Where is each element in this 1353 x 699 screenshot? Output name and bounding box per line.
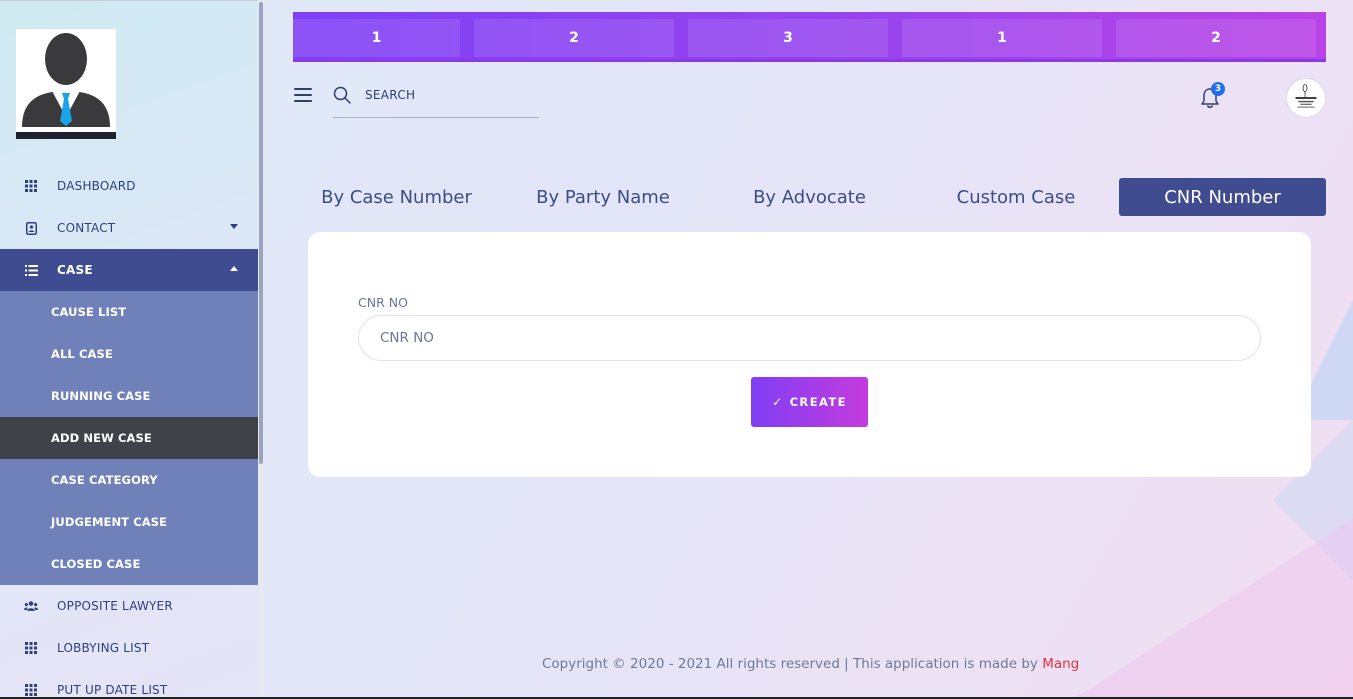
sidebar: DASHBOARD CONTACT CASE CAUSE LIST ALL CA… [0, 0, 258, 699]
chevron-down-icon [230, 224, 238, 229]
sidebar-subitem-cause-list[interactable]: CAUSE LIST [0, 291, 258, 333]
sidebar-subitem-running-case[interactable]: RUNNING CASE [0, 375, 258, 417]
create-button-label: CREATE [789, 395, 847, 409]
tab-by-party-name[interactable]: By Party Name [529, 178, 677, 216]
contact-card-icon [24, 221, 38, 235]
sidebar-item-label: CONTACT [57, 221, 116, 235]
stat-box: 1 [293, 19, 460, 57]
search-icon[interactable] [333, 86, 351, 104]
sidebar-subitem-label: CASE CATEGORY [51, 473, 158, 487]
sidebar-item-opposite-lawyer[interactable]: OPPOSITE LAWYER [0, 585, 258, 627]
sidebar-item-label: CASE [57, 263, 93, 277]
sidebar-subitem-label: ADD NEW CASE [51, 431, 152, 445]
cnr-form-card: CNR NO ✓ CREATE [308, 232, 1311, 477]
tab-custom-case[interactable]: Custom Case [947, 178, 1085, 216]
tab-by-advocate[interactable]: By Advocate [745, 178, 874, 216]
footer-copyright-text: Copyright © 2020 - 2021 All rights reser… [542, 656, 1043, 672]
footer: Copyright © 2020 - 2021 All rights reser… [542, 656, 1079, 672]
check-icon: ✓ [772, 395, 784, 409]
footer-brand-link[interactable]: Mang [1042, 656, 1079, 672]
sidebar-subitem-add-new-case[interactable]: ADD NEW CASE [0, 417, 258, 459]
stat-box: 1 [902, 19, 1102, 57]
sidebar-subitem-closed-case[interactable]: CLOSED CASE [0, 543, 258, 585]
stat-box: 3 [688, 19, 888, 57]
chevron-up-icon [230, 266, 238, 271]
create-button[interactable]: ✓ CREATE [751, 377, 868, 427]
user-silhouette-icon [22, 33, 110, 127]
sidebar-item-label: PUT UP DATE LIST [57, 683, 168, 697]
background-shape [1073, 519, 1353, 699]
sidebar-subitem-label: CAUSE LIST [51, 305, 127, 319]
user-avatar[interactable] [1286, 78, 1326, 118]
cnr-field-label: CNR NO [358, 295, 408, 310]
advocate-logo-icon [1295, 84, 1317, 108]
stat-box: 2 [1116, 19, 1316, 57]
grid-icon [24, 641, 38, 655]
grid-icon [24, 683, 38, 697]
sidebar-subitem-all-case[interactable]: ALL CASE [0, 333, 258, 375]
users-icon [24, 599, 38, 613]
tab-cnr-number[interactable]: CNR Number [1119, 178, 1326, 216]
scrollbar-thumb[interactable] [259, 2, 263, 464]
list-icon [24, 263, 38, 277]
sidebar-item-label: LOBBYING LIST [57, 641, 150, 655]
search-bar [333, 82, 539, 118]
sidebar-scrollbar[interactable] [258, 0, 264, 699]
sidebar-subitem-label: RUNNING CASE [51, 389, 151, 403]
sidebar-subitem-judgement-case[interactable]: JUDGEMENT CASE [0, 501, 258, 543]
sidebar-subitem-label: CLOSED CASE [51, 557, 141, 571]
profile-image [16, 29, 116, 139]
notification-badge: 3 [1211, 82, 1225, 96]
grid-icon [24, 179, 38, 193]
sidebar-subitem-label: ALL CASE [51, 347, 113, 361]
sidebar-item-case[interactable]: CASE [0, 249, 258, 291]
profile-image-strip [16, 132, 116, 139]
sidebar-item-label: DASHBOARD [57, 179, 136, 193]
sidebar-item-lobbying-list[interactable]: LOBBYING LIST [0, 627, 258, 669]
sidebar-subitem-case-category[interactable]: CASE CATEGORY [0, 459, 258, 501]
stats-bar: 1 2 3 1 2 [293, 12, 1326, 62]
sidebar-item-put-up-date-list[interactable]: PUT UP DATE LIST [0, 669, 258, 699]
menu-toggle-icon[interactable] [294, 88, 312, 102]
sidebar-item-label: OPPOSITE LAWYER [57, 599, 173, 613]
tab-by-case-number[interactable]: By Case Number [313, 178, 480, 216]
sidebar-nav: DASHBOARD CONTACT CASE CAUSE LIST ALL CA… [0, 165, 258, 699]
cnr-input[interactable] [358, 315, 1261, 361]
sidebar-item-dashboard[interactable]: DASHBOARD [0, 165, 258, 207]
search-input[interactable] [365, 85, 535, 105]
stat-box: 2 [474, 19, 674, 57]
sidebar-subitem-label: JUDGEMENT CASE [51, 515, 168, 529]
sidebar-item-contact[interactable]: CONTACT [0, 207, 258, 249]
